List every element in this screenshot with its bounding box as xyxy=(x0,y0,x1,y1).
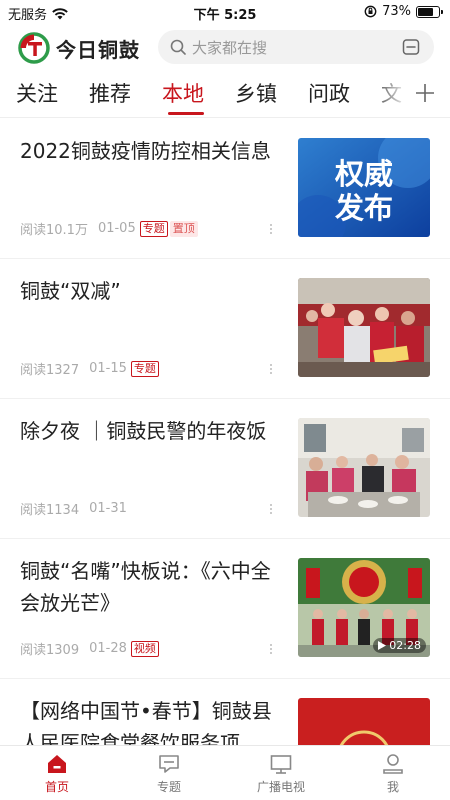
orientation-lock-icon xyxy=(364,5,377,18)
festival-image: 网络 xyxy=(298,698,430,745)
video-tag: 视频 xyxy=(130,640,159,657)
topics-icon xyxy=(159,755,179,773)
app-logo[interactable]: 今日铜鼓 xyxy=(18,32,140,64)
app-header: 今日铜鼓 大家都在搜 xyxy=(0,24,450,70)
news-feed[interactable]: 2022铜鼓疫情防控相关信息 阅读10.1万 01-05 专题 置顶 权威发布 … xyxy=(0,119,450,745)
authority-release-image: 权威发布 xyxy=(298,138,430,237)
tab-recommend[interactable]: 推荐 xyxy=(89,78,131,108)
tab-inquiry[interactable]: 问政 xyxy=(308,78,350,108)
news-title[interactable]: 2022铜鼓疫情防控相关信息 xyxy=(20,135,282,167)
status-bar: 无服务 下午 5:25 73% xyxy=(0,0,450,24)
news-item[interactable]: 铜鼓“名嘴”快板说：《六中全会放光芒》 阅读1309 01-28 视频 02:2… xyxy=(0,539,450,679)
news-item[interactable]: 【网络中国节•春节】铜鼓县人民医院食堂餐饮服务项… 网络 xyxy=(0,679,450,745)
read-count: 阅读1327 xyxy=(20,363,80,378)
news-thumbnail[interactable]: 网络 xyxy=(298,698,430,745)
app-name: 今日铜鼓 xyxy=(56,37,140,62)
news-thumbnail[interactable]: 权威发布 xyxy=(298,138,430,237)
nav-broadcast[interactable]: 广播电视 xyxy=(241,752,321,795)
nav-home-label: 首页 xyxy=(44,780,69,794)
nav-me-label: 我 xyxy=(386,780,399,794)
video-duration: 02:28 xyxy=(373,638,426,653)
thumb-text: 权威发布 xyxy=(334,157,393,225)
topic-tag: 专题 xyxy=(139,220,168,237)
battery-percent: 73% xyxy=(382,4,411,19)
news-thumbnail[interactable] xyxy=(298,278,430,377)
nav-me[interactable]: 我 xyxy=(353,752,433,795)
publish-date: 01-28 xyxy=(89,641,127,656)
nav-topics-label: 专题 xyxy=(156,780,181,794)
dinner-photo xyxy=(298,418,430,517)
tv-icon xyxy=(270,755,292,774)
topic-tag: 专题 xyxy=(130,360,159,377)
video-thumbnail[interactable]: 02:28 xyxy=(298,558,430,657)
more-icon[interactable] xyxy=(266,222,276,236)
battery-icon xyxy=(416,5,443,18)
profile-icon xyxy=(383,754,403,774)
news-item[interactable]: 2022铜鼓疫情防控相关信息 阅读10.1万 01-05 专题 置顶 权威发布 xyxy=(0,119,450,259)
nav-home[interactable]: 首页 xyxy=(17,752,97,795)
news-item[interactable]: 除夕夜 ｜铜鼓民警的年夜饭 阅读1134 01-31 xyxy=(0,399,450,539)
pinned-tag: 置顶 xyxy=(169,220,198,237)
tab-follow[interactable]: 关注 xyxy=(16,78,58,108)
tab-fade xyxy=(368,70,408,116)
read-count: 阅读10.1万 xyxy=(20,223,88,238)
publish-date: 01-05 xyxy=(97,221,136,236)
status-right: 73% xyxy=(364,4,443,19)
add-channel-button[interactable] xyxy=(410,78,440,108)
read-count: 阅读1309 xyxy=(20,643,80,658)
logo-mark-icon xyxy=(18,32,50,64)
news-meta: 阅读1134 01-31 xyxy=(20,499,127,518)
more-icon[interactable] xyxy=(266,502,276,516)
publish-date: 01-15 xyxy=(89,361,127,376)
duration-text: 02:28 xyxy=(389,639,421,652)
news-meta: 阅读1309 01-28 视频 xyxy=(20,639,159,658)
publish-date: 01-31 xyxy=(89,501,127,516)
news-title[interactable]: 【网络中国节•春节】铜鼓县人民医院食堂餐饮服务项… xyxy=(20,695,282,745)
nav-broadcast-label: 广播电视 xyxy=(256,780,305,794)
crowd-photo xyxy=(298,278,430,377)
plus-icon xyxy=(416,84,434,102)
tab-township[interactable]: 乡镇 xyxy=(235,78,277,108)
news-thumbnail[interactable] xyxy=(298,418,430,517)
search-bar[interactable]: 大家都在搜 xyxy=(158,30,434,64)
battery-fill xyxy=(418,7,433,16)
read-count: 阅读1134 xyxy=(20,503,80,518)
news-title[interactable]: 铜鼓“双减” xyxy=(20,275,282,307)
news-meta: 阅读1327 01-15 专题 xyxy=(20,359,159,378)
news-title[interactable]: 铜鼓“名嘴”快板说：《六中全会放光芒》 xyxy=(20,555,282,619)
search-placeholder: 大家都在搜 xyxy=(192,38,268,57)
tab-local[interactable]: 本地 xyxy=(162,78,204,108)
home-icon xyxy=(48,755,66,773)
active-tab-indicator xyxy=(168,112,204,115)
nav-topics[interactable]: 专题 xyxy=(129,752,209,795)
news-title[interactable]: 除夕夜 ｜铜鼓民警的年夜饭 xyxy=(20,415,282,447)
search-icon xyxy=(170,39,186,55)
news-item[interactable]: 铜鼓“双减” 阅读1327 01-15 专题 xyxy=(0,259,450,399)
scan-icon[interactable] xyxy=(402,38,420,56)
bottom-navigation: 首页 专题 广播电视 我 xyxy=(0,745,450,800)
play-icon xyxy=(378,641,387,650)
news-meta: 阅读10.1万 01-05 专题 置顶 xyxy=(20,219,198,238)
more-icon[interactable] xyxy=(266,642,276,656)
more-icon[interactable] xyxy=(266,362,276,376)
channel-tabs: 关注 推荐 本地 乡镇 问政 文 xyxy=(0,70,450,118)
